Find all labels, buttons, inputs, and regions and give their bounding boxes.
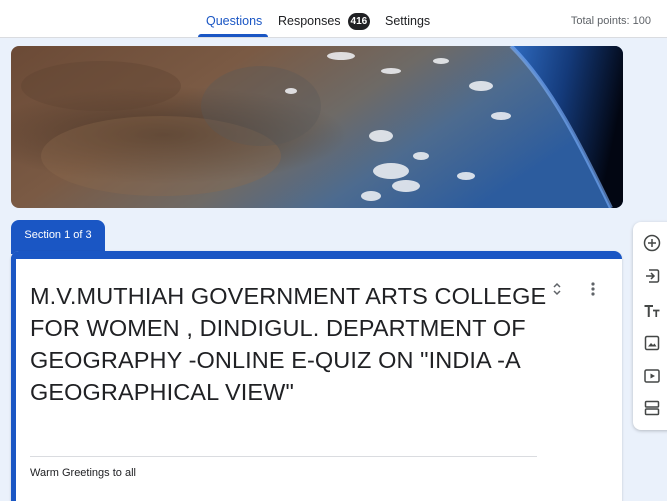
import-icon (646, 269, 660, 283)
top-tab-bar: Questions Responses 416 Settings Total po… (0, 0, 667, 38)
section-icon (644, 400, 660, 416)
total-points: Total points: 100 (570, 15, 651, 27)
tab-questions[interactable]: Questions (206, 0, 262, 37)
more-vert-icon (591, 282, 595, 296)
responses-count-badge: 416 (347, 13, 371, 30)
tab-settings[interactable]: Settings (385, 0, 430, 37)
section-label: Section 1 of 3 (11, 220, 105, 254)
title-text-icon (644, 305, 660, 317)
image-icon (644, 335, 660, 351)
tab-responses[interactable]: Responses 416 (278, 0, 371, 37)
earth-from-space-image (11, 46, 623, 208)
collapse-section-button[interactable] (545, 275, 569, 303)
title-divider (30, 456, 537, 457)
add-video-button[interactable] (640, 364, 664, 388)
add-image-button[interactable] (640, 331, 664, 355)
import-questions-button[interactable] (640, 264, 664, 288)
form-header-card[interactable]: M.V.MUTHIAH GOVERNMENT ARTS COLLEGE FOR … (11, 251, 622, 501)
active-tab-indicator (198, 34, 268, 37)
add-title-button[interactable] (640, 299, 664, 323)
add-circle-icon (643, 234, 661, 252)
collapse-icon (553, 282, 561, 296)
form-description[interactable]: Warm Greetings to all (30, 467, 136, 479)
card-focus-bar (11, 251, 16, 501)
video-icon (644, 369, 660, 383)
card-accent-bar (11, 251, 622, 259)
more-options-button[interactable] (583, 275, 603, 303)
add-section-button[interactable] (640, 396, 664, 420)
add-question-button[interactable] (640, 231, 664, 255)
header-image (11, 46, 623, 208)
form-title[interactable]: M.V.MUTHIAH GOVERNMENT ARTS COLLEGE FOR … (30, 280, 550, 408)
tab-responses-label: Responses (278, 14, 341, 28)
question-toolbar (633, 222, 667, 430)
